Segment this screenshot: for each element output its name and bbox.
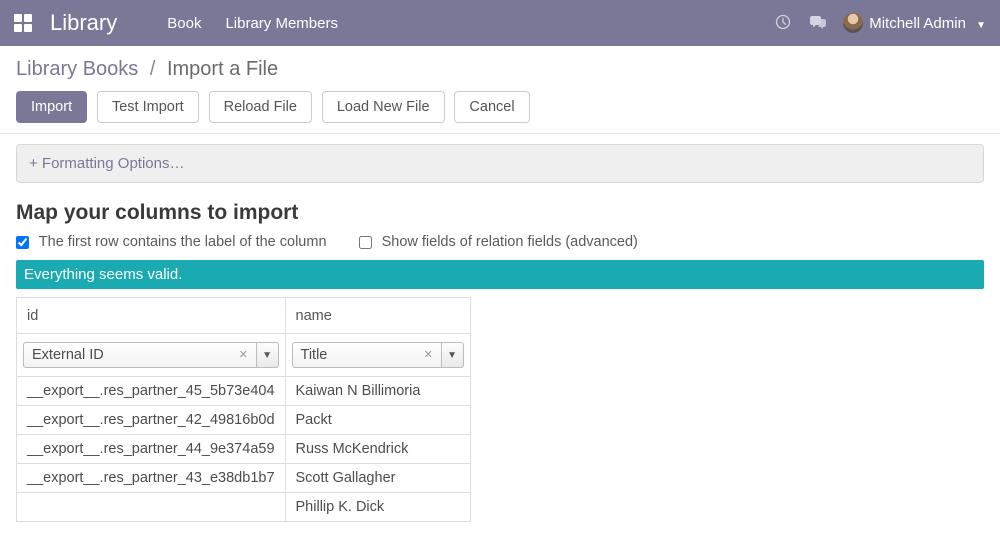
cell-id: __export__.res_partner_44_9e374a59: [17, 435, 286, 464]
top-navbar: Library Book Library Members Mitchell Ad…: [0, 0, 1000, 46]
cell-id: __export__.res_partner_45_5b73e404: [17, 377, 286, 406]
section-title: Map your columns to import: [16, 201, 984, 225]
test-import-button[interactable]: Test Import: [97, 91, 199, 123]
show-relation-checkbox-text: Show fields of relation fields (advanced…: [382, 234, 638, 250]
table-row: __export__.res_partner_44_9e374a59Russ M…: [17, 435, 471, 464]
action-buttons: Import Test Import Reload File Load New …: [16, 91, 984, 123]
breadcrumb: Library Books / Import a File: [16, 58, 984, 81]
field-select-name-value: Title: [301, 347, 328, 363]
load-new-file-button[interactable]: Load New File: [322, 91, 445, 123]
messages-icon[interactable]: [809, 14, 827, 33]
table-row: Phillip K. Dick: [17, 493, 471, 522]
show-relation-checkbox-label[interactable]: Show fields of relation fields (advanced…: [359, 234, 638, 250]
first-row-checkbox[interactable]: [16, 236, 29, 249]
cell-id: [17, 493, 286, 522]
cell-name: Scott Gallagher: [285, 464, 470, 493]
cell-name: Russ McKendrick: [285, 435, 470, 464]
chevron-down-icon[interactable]: ▼: [257, 342, 279, 368]
user-name-label: Mitchell Admin: [869, 15, 966, 32]
table-row: __export__.res_partner_45_5b73e404Kaiwan…: [17, 377, 471, 406]
cell-name: Packt: [285, 406, 470, 435]
checkbox-row: The first row contains the label of the …: [16, 233, 984, 250]
cancel-button[interactable]: Cancel: [454, 91, 529, 123]
field-select-id-value: External ID: [32, 347, 104, 363]
field-select-row: External ID × ▼ Title × ▼: [17, 334, 471, 377]
import-preview-table: id name External ID × ▼ T: [16, 297, 471, 522]
cell-id: __export__.res_partner_43_e38db1b7: [17, 464, 286, 493]
column-header-id: id: [17, 298, 286, 334]
status-bar: Everything seems valid.: [16, 260, 984, 289]
field-select-id[interactable]: External ID × ▼: [23, 342, 279, 368]
nav-link-book[interactable]: Book: [167, 15, 201, 32]
chevron-down-icon[interactable]: ▼: [442, 342, 464, 368]
clear-icon[interactable]: ×: [239, 347, 247, 363]
breadcrumb-current: Import a File: [167, 58, 278, 80]
breadcrumb-separator: /: [150, 58, 156, 80]
reload-file-button[interactable]: Reload File: [209, 91, 312, 123]
formatting-options-toggle[interactable]: + Formatting Options…: [16, 144, 984, 183]
column-header-name: name: [285, 298, 470, 334]
table-row: __export__.res_partner_43_e38db1b7Scott …: [17, 464, 471, 493]
import-button[interactable]: Import: [16, 91, 87, 123]
avatar[interactable]: [843, 13, 863, 33]
cell-name: Phillip K. Dick: [285, 493, 470, 522]
import-main: + Formatting Options… Map your columns t…: [0, 134, 1000, 532]
apps-icon[interactable]: [14, 14, 32, 32]
table-row: __export__.res_partner_42_49816b0dPackt: [17, 406, 471, 435]
clear-icon[interactable]: ×: [424, 347, 432, 363]
first-row-checkbox-text: The first row contains the label of the …: [39, 234, 327, 250]
user-menu[interactable]: Mitchell Admin ▼: [869, 15, 986, 32]
field-select-name[interactable]: Title × ▼: [292, 342, 464, 368]
brand-label[interactable]: Library: [50, 10, 117, 36]
cell-id: __export__.res_partner_42_49816b0d: [17, 406, 286, 435]
nav-link-library-members[interactable]: Library Members: [225, 15, 338, 32]
control-panel: Library Books / Import a File Import Tes…: [0, 46, 1000, 123]
breadcrumb-parent[interactable]: Library Books: [16, 58, 138, 80]
chevron-down-icon: ▼: [976, 20, 986, 31]
show-relation-checkbox[interactable]: [359, 236, 372, 249]
cell-name: Kaiwan N Billimoria: [285, 377, 470, 406]
activity-icon[interactable]: [775, 14, 791, 33]
first-row-checkbox-label[interactable]: The first row contains the label of the …: [16, 234, 331, 250]
table-header-row: id name: [17, 298, 471, 334]
